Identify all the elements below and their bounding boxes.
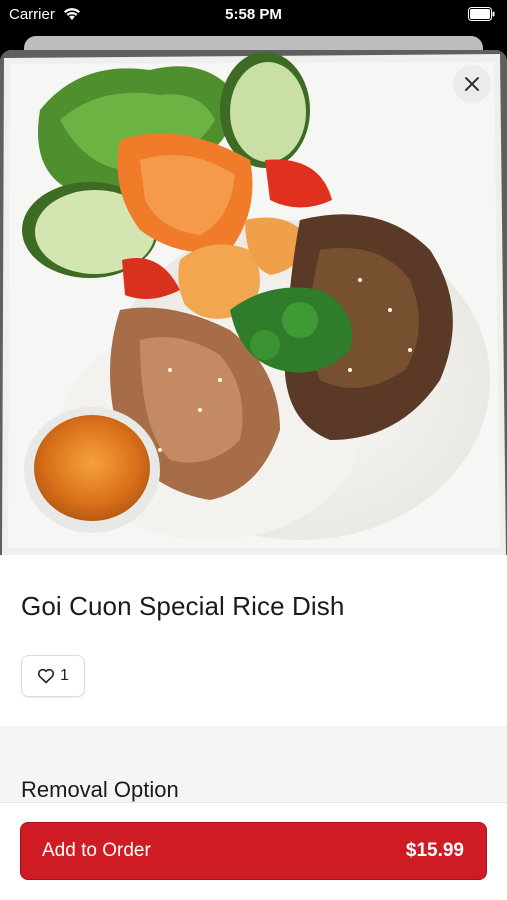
dish-title: Goi Cuon Special Rice Dish xyxy=(21,591,345,621)
status-bar: Carrier 5:58 PM xyxy=(0,0,507,30)
like-count: 1 xyxy=(60,667,69,684)
add-to-order-label: Add to Order xyxy=(42,840,151,861)
close-button[interactable] xyxy=(453,65,491,103)
add-to-order-button[interactable]: Add to Order $15.99 xyxy=(20,822,487,880)
heart-icon xyxy=(37,668,55,684)
item-sheet: Goi Cuon Special Rice Dish 1 Removal Opt… xyxy=(0,50,507,900)
order-price: $15.99 xyxy=(405,840,464,861)
close-icon xyxy=(465,77,479,91)
dish-photo xyxy=(0,50,507,555)
battery-icon xyxy=(468,7,495,25)
dish-header: Goi Cuon Special Rice Dish 1 xyxy=(0,555,507,725)
removal-option-heading: Removal Option xyxy=(21,777,179,802)
status-time: 5:58 PM xyxy=(225,6,282,23)
like-button[interactable]: 1 xyxy=(21,655,85,697)
bottom-bar: Add to Order $15.99 xyxy=(0,802,507,900)
